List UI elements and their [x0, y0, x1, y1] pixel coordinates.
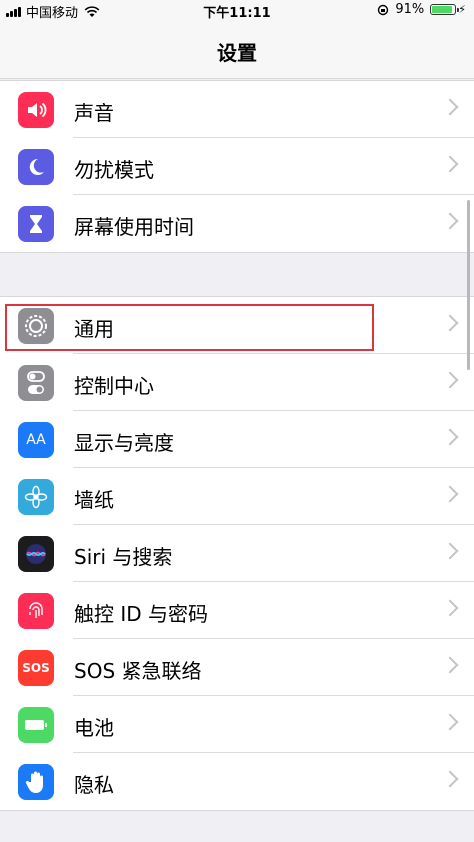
row-label: Siri 与搜索 [74, 545, 173, 569]
flower-icon [18, 479, 54, 515]
hourglass-icon [18, 206, 54, 242]
chevron-right-icon [441, 155, 459, 173]
chevron-right-icon [441, 371, 459, 389]
chevron-right-icon [441, 599, 459, 617]
text-size-icon: AA [18, 422, 54, 458]
scrollbar[interactable] [467, 200, 470, 370]
chevron-right-icon [441, 656, 459, 674]
settings-row-display-brightness[interactable]: AA 显示与亮度 [0, 411, 474, 468]
siri-icon [18, 536, 54, 572]
row-label: 勿扰模式 [74, 158, 154, 182]
fingerprint-icon [18, 593, 54, 629]
row-label: 墙纸 [74, 488, 114, 512]
row-label: 触控 ID 与密码 [74, 602, 209, 626]
toggle-icon [18, 365, 54, 401]
sos-icon: SOS [18, 650, 54, 686]
settings-row-siri-search[interactable]: Siri 与搜索 [0, 525, 474, 582]
row-label: 控制中心 [74, 374, 154, 398]
chevron-right-icon [441, 542, 459, 560]
battery-icon [18, 707, 54, 743]
hand-icon [18, 764, 54, 800]
battery-percent: 91% [395, 2, 425, 17]
chevron-right-icon [441, 212, 459, 230]
settings-row-wallpaper[interactable]: 墙纸 [0, 468, 474, 525]
sound-icon [18, 92, 54, 128]
chevron-right-icon [441, 770, 459, 788]
row-label: 显示与亮度 [74, 431, 174, 455]
settings-row-screen-time[interactable]: 屏幕使用时间 [0, 195, 474, 252]
battery-indicator-icon [430, 4, 460, 15]
settings-row-emergency-sos[interactable]: SOS SOS 紧急联络 [0, 639, 474, 696]
row-label: 屏幕使用时间 [74, 215, 194, 239]
row-label: 电池 [74, 716, 114, 740]
chevron-right-icon [441, 713, 459, 731]
orientation-lock-icon [378, 4, 389, 15]
charging-icon: ⚡ [458, 3, 466, 16]
chevron-right-icon [441, 485, 459, 503]
page-title: 设置 [217, 41, 257, 65]
settings-row-touch-id-passcode[interactable]: 触控 ID 与密码 [0, 582, 474, 639]
chevron-right-icon [441, 314, 459, 332]
settings-row-privacy[interactable]: 隐私 [0, 753, 474, 810]
status-bar: 中国移动 下午11:11 91% ⚡ [0, 0, 474, 21]
chevron-right-icon [441, 98, 459, 116]
row-label: 声音 [74, 101, 114, 125]
settings-row-do-not-disturb[interactable]: 勿扰模式 [0, 138, 474, 195]
row-label: 隐私 [74, 773, 114, 797]
navigation-bar: 设置 [0, 20, 474, 79]
settings-group-2: 通用 控制中心 AA 显示与亮度 墙纸 Siri 与搜索 触控 ID 与密码 S… [0, 296, 474, 811]
settings-row-sounds[interactable]: 声音 [0, 81, 474, 138]
chevron-right-icon [441, 428, 459, 446]
row-label: SOS 紧急联络 [74, 659, 202, 683]
settings-group-1: 声音 勿扰模式 屏幕使用时间 [0, 80, 474, 253]
highlight-box-general [5, 304, 374, 351]
moon-icon [18, 149, 54, 185]
settings-row-battery[interactable]: 电池 [0, 696, 474, 753]
settings-row-control-center[interactable]: 控制中心 [0, 354, 474, 411]
